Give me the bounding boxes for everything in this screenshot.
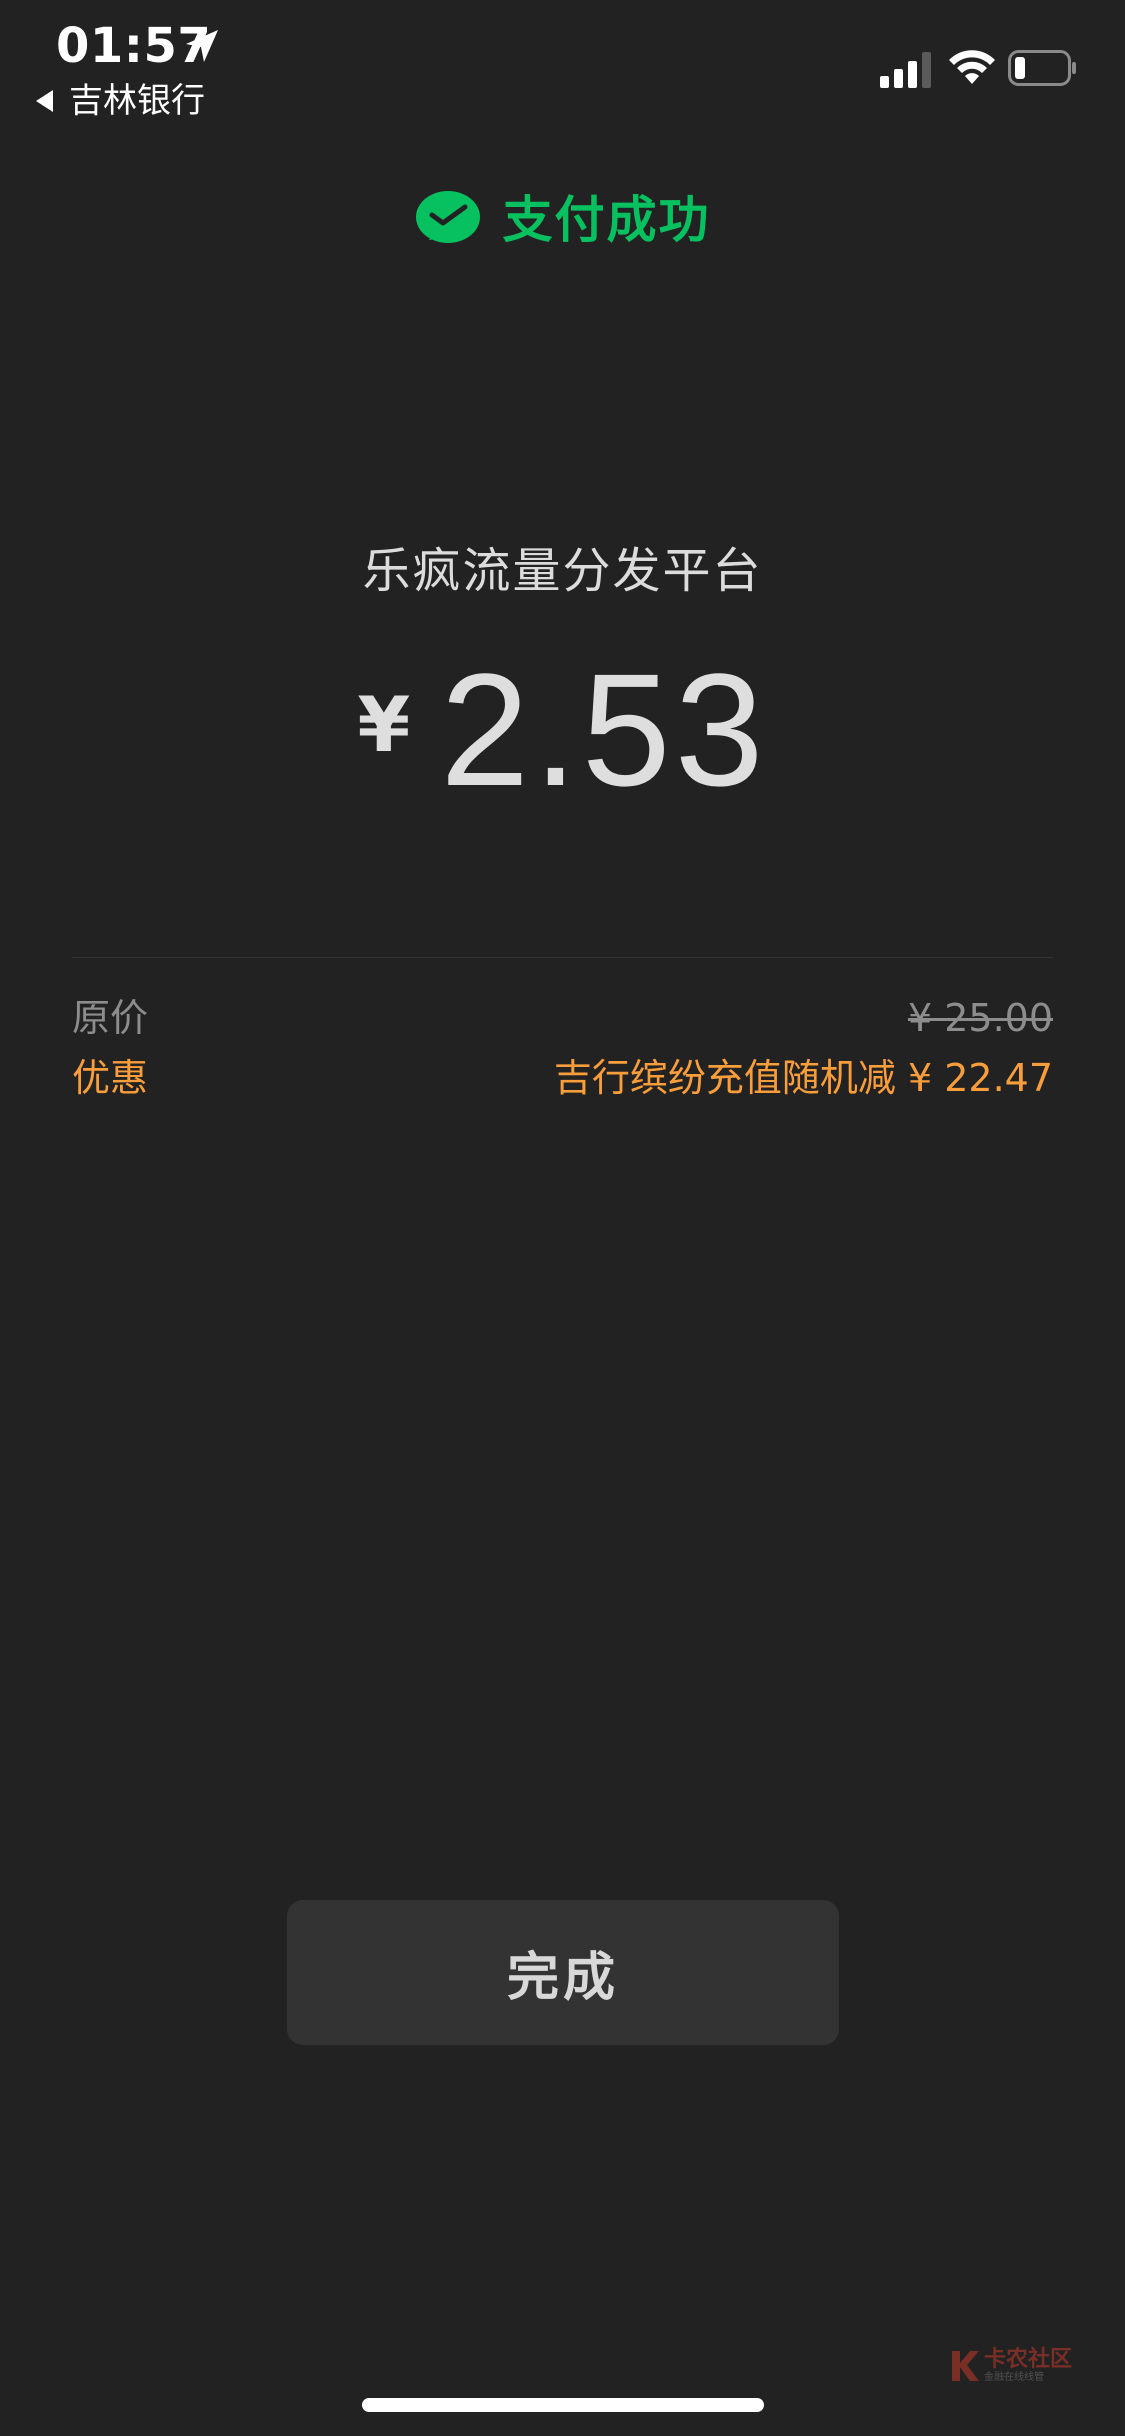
original-price-value: ¥ 25.00 (907, 996, 1053, 1040)
wifi-icon (949, 50, 995, 84)
home-indicator[interactable] (362, 2398, 764, 2412)
original-price-row: 原价 ¥ 25.00 (72, 990, 1053, 1046)
payment-success-title: 支付成功 (502, 191, 711, 249)
watermark-logo-icon (952, 2351, 979, 2381)
battery-icon (1008, 50, 1076, 86)
location-arrow-icon (186, 30, 218, 62)
done-button[interactable]: 完成 (287, 1900, 839, 2045)
done-button-label: 完成 (506, 1948, 619, 2008)
discount-value: 吉行缤纷充值随机减 ¥ 22.47 (553, 1056, 1053, 1100)
wechat-pay-check-icon (415, 191, 480, 243)
merchant-name: 乐疯流量分发平台 (362, 543, 763, 599)
payment-result-header: 支付成功 (0, 180, 1125, 260)
discount-row: 优惠 吉行缤纷充值随机减 ¥ 22.47 (72, 1050, 1053, 1106)
currency-symbol: ¥ (357, 680, 411, 769)
back-app-label: 吉林银行 (69, 81, 205, 121)
watermark-subtext: 金融在线线管 (984, 2372, 1044, 2383)
discount-label: 优惠 (72, 1056, 149, 1100)
status-bar: 01:57 吉林银行 (0, 0, 1125, 130)
divider (72, 957, 1053, 958)
watermark: 卡农社区 金融在线线管 (950, 2348, 1072, 2384)
back-to-app-link[interactable]: 吉林银行 (36, 80, 205, 122)
back-arrow-icon (36, 90, 53, 112)
cellular-signal-icon (880, 52, 931, 88)
original-price-label: 原价 (72, 996, 149, 1040)
amount-value: 2.53 (440, 640, 768, 819)
watermark-text: 卡农社区 (984, 2347, 1073, 2372)
payment-amount: ¥ 2.53 (0, 650, 1125, 810)
